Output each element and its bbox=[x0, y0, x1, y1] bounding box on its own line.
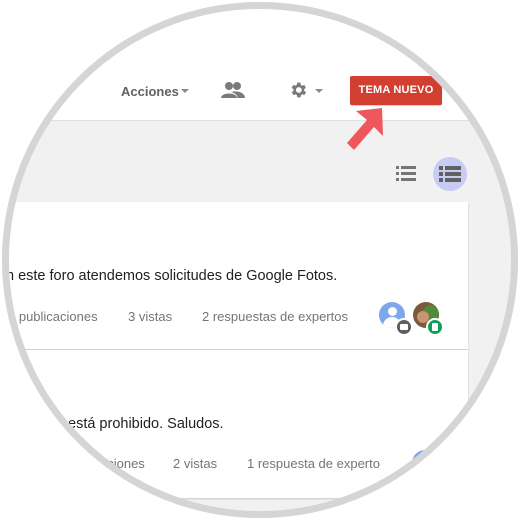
card-view-icon bbox=[439, 166, 461, 182]
chevron-down-icon[interactable] bbox=[181, 89, 189, 93]
topic-snippet[interactable]: está prohibido. Saludos. bbox=[68, 416, 224, 432]
avatar-badge-icon bbox=[426, 318, 444, 336]
expert-replies-count: 1 respuesta de experto bbox=[247, 456, 380, 471]
top-area bbox=[2, 2, 518, 58]
avatar bbox=[412, 450, 438, 476]
gear-icon[interactable] bbox=[288, 80, 308, 105]
new-topic-button[interactable]: TEMA NUEVO bbox=[350, 76, 442, 105]
forum-header-bar: Acciones TEMA NUEVO bbox=[2, 58, 518, 121]
actions-menu[interactable]: Acciones bbox=[121, 84, 179, 99]
card-view-toggle[interactable] bbox=[433, 157, 467, 191]
views-count: 2 vistas bbox=[173, 456, 218, 471]
annotation-arrow-icon bbox=[338, 106, 388, 161]
topic-card[interactable]: está prohibido. Saludos. aciones 2 vista… bbox=[2, 350, 468, 498]
people-icon[interactable] bbox=[220, 81, 246, 104]
views-count: 3 vistas bbox=[128, 309, 173, 324]
magnifier-circle: Acciones TEMA NUEVO n este foro atendemo… bbox=[2, 2, 518, 518]
posts-count: aciones bbox=[100, 456, 145, 471]
posts-count: 0 publicaciones bbox=[8, 309, 98, 324]
zoomed-view: Acciones TEMA NUEVO n este foro atendemo… bbox=[0, 0, 520, 520]
list-view-icon[interactable] bbox=[396, 165, 418, 186]
topic-snippet[interactable]: n este foro atendemos solicitudes de Goo… bbox=[6, 268, 337, 284]
expert-replies-count: 2 respuestas de expertos bbox=[202, 309, 348, 324]
avatar-badge-icon bbox=[395, 318, 413, 336]
gear-chevron-down-icon[interactable] bbox=[315, 89, 323, 93]
